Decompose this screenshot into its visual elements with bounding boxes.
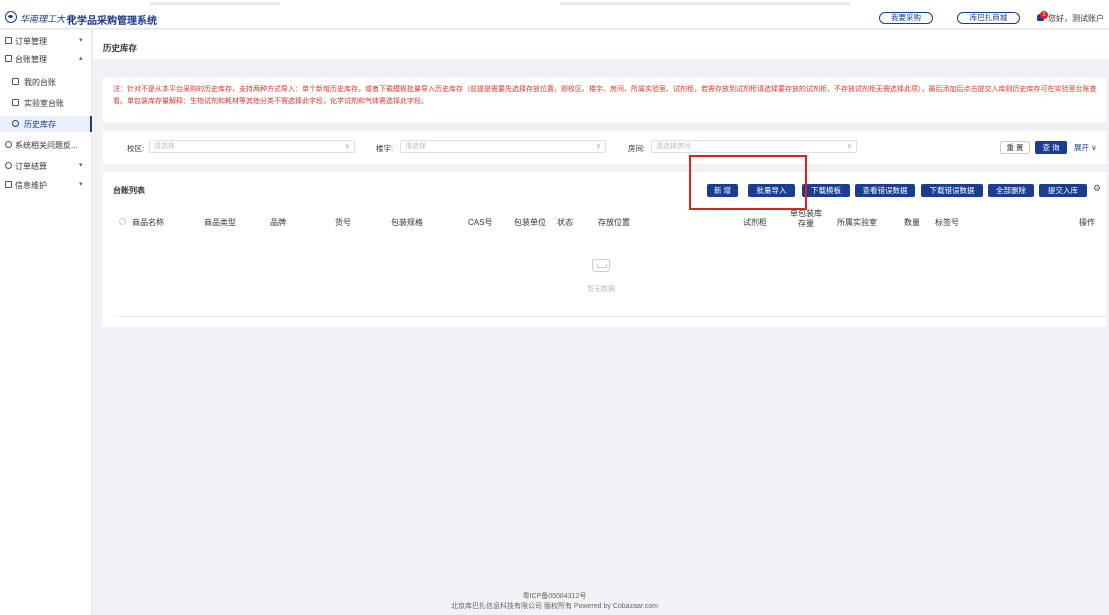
view-error-data-button[interactable]: 查看错误数据 [855, 184, 915, 197]
download-template-button[interactable]: 下载模板 [802, 184, 850, 197]
building-label: 楼宇: [376, 144, 394, 153]
building-select[interactable]: 请选择 ∨ [400, 140, 606, 153]
sidebar-item-settlement[interactable]: 订单结算 ▾ [0, 158, 92, 174]
top-strip-segment [560, 2, 850, 5]
building-placeholder: 请选择 [405, 143, 426, 150]
gear-icon[interactable]: ⚙ [1093, 183, 1101, 194]
sidebar-item-history-stock[interactable]: 历史库存 [0, 116, 92, 132]
column-header: 状态 [557, 218, 573, 227]
sidebar-item-label: 订单结算 [15, 162, 47, 171]
info-icon [5, 181, 12, 188]
lab-ledger-icon [12, 99, 19, 106]
order-icon [5, 37, 12, 44]
column-header: 单包装库存量 [790, 209, 822, 228]
campus-select[interactable]: 请选择 ∨ [149, 140, 355, 153]
chevron-down-icon: ∨ [344, 143, 350, 150]
expand-toggle[interactable]: 展开 ∨ [1074, 142, 1097, 153]
school-logo-icon [5, 11, 17, 23]
table-bottom-divider [113, 316, 1106, 317]
history-icon [12, 120, 19, 127]
column-header: 包装单位 [514, 218, 546, 227]
room-placeholder: 请选择房间 [656, 143, 691, 150]
notice-panel: 注：针对不是从本平台采购的历史库存，支持两种方式导入：单个新增历史库存，或者下载… [103, 78, 1106, 122]
page-title: 历史库存 [103, 43, 138, 53]
delete-all-button[interactable]: 全部删除 [988, 184, 1034, 197]
purchase-button[interactable]: 我要采购 [879, 12, 933, 24]
column-header: 标签号 [935, 218, 959, 227]
icp-record[interactable]: 粤ICP备05084312号 [0, 592, 1109, 602]
page-footer: 粤ICP备05084312号 北京库巴扎信息科技有限公司 版权所有 Powere… [0, 592, 1109, 612]
feedback-icon [5, 141, 12, 148]
user-greeting[interactable]: 您好，测试账户 [1048, 13, 1104, 24]
sidebar-item-label: 历史库存 [24, 120, 56, 129]
sidebar-item-label: 实验室台账 [24, 99, 64, 108]
chevron-down-icon: ∨ [595, 143, 601, 150]
column-header: 存放位置 [598, 218, 630, 227]
sidebar-item-feedback[interactable]: 系统相关问题反... [0, 137, 92, 153]
table-title: 台账列表 [113, 186, 145, 195]
reset-button[interactable]: 重 置 [1000, 141, 1030, 154]
select-all-checkbox[interactable] [119, 218, 126, 225]
table-header: 商品名称 商品类型 品牌 货号 包装规格 CAS号 包装单位 状态 存放位置 试… [113, 208, 1106, 234]
sidebar-item-lab-ledger[interactable]: 实验室台账 [0, 95, 92, 111]
chevron-down-icon: ▾ [79, 162, 83, 169]
room-select[interactable]: 请选择房间 ∨ [651, 140, 857, 153]
sidebar-item-label: 信息维护 [15, 181, 47, 190]
sidebar-item-label: 系统相关问题反... [15, 141, 78, 150]
sidebar-item-my-ledger[interactable]: 我的台账 [0, 74, 92, 90]
browser-top-strip [0, 0, 1109, 7]
breadcrumb: 历史库存 [93, 30, 1109, 59]
download-error-data-button[interactable]: 下载错误数据 [921, 184, 983, 197]
column-header: CAS号 [468, 218, 493, 227]
school-name: 华南理工大学 [20, 15, 75, 25]
top-strip-segment [150, 2, 280, 5]
sidebar-item-label: 台账管理 [15, 55, 47, 64]
column-header: 数量 [904, 218, 920, 227]
chevron-down-icon: ▾ [79, 37, 83, 44]
notice-text: 注：针对不是从本平台采购的历史库存，支持两种方式导入：单个新增历史库存，或者下载… [113, 86, 1097, 105]
sidebar-item-ledger[interactable]: 台账管理 ▴ [0, 51, 92, 67]
settlement-icon [5, 162, 12, 169]
column-header: 商品类型 [204, 218, 236, 227]
campus-placeholder: 请选择 [154, 143, 175, 150]
column-header: 品牌 [270, 218, 286, 227]
room-label: 房间: [628, 144, 646, 153]
chevron-down-icon: ▾ [79, 181, 83, 188]
column-header: 商品名称 [132, 218, 164, 227]
notification-badge: 2 [1040, 11, 1048, 19]
annotation-highlight-box [689, 155, 807, 210]
chevron-down-icon: ∨ [846, 143, 852, 150]
sidebar-item-info-maintenance[interactable]: 信息维护 ▾ [0, 177, 92, 193]
filter-panel: 校区: 请选择 ∨ 楼宇: 请选择 ∨ 房间: 请选择房间 ∨ 重 置 查 询 … [103, 131, 1106, 164]
copyright-text: 北京库巴扎信息科技有限公司 版权所有 Powered by Cobazaar.c… [451, 603, 658, 610]
sidebar-item-orders[interactable]: 订单管理 ▾ [0, 33, 92, 49]
notification-bell-icon[interactable]: 2 [1037, 11, 1048, 22]
sidebar: 订单管理 ▾ 台账管理 ▴ 我的台账 实验室台账 历史库存 系统相关问题反...… [0, 30, 92, 615]
cobazaar-mall-button[interactable]: 库巴扎商城 [957, 12, 1020, 24]
ledger-icon [5, 55, 12, 62]
empty-box-icon [592, 259, 610, 272]
system-title: 化学品采购管理系统 [67, 16, 157, 27]
sidebar-item-label: 我的台账 [24, 78, 56, 87]
top-header: 华南理工大学 化学品采购管理系统 我要采购 库巴扎商城 2 您好，测试账户 [0, 7, 1109, 29]
ledger-table-panel: 台账列表 新 增 批量导入 下载模板 查看错误数据 下载错误数据 全部删除 提交… [103, 172, 1106, 327]
empty-state-text: 暂无数据 [587, 286, 615, 293]
column-header: 试剂柜 [743, 218, 767, 227]
column-header: 操作 [1079, 218, 1095, 227]
my-ledger-icon [12, 78, 19, 85]
sidebar-item-label: 订单管理 [15, 37, 47, 46]
chevron-up-icon: ▴ [79, 55, 83, 62]
column-header: 所属实验室 [837, 218, 877, 227]
column-header: 货号 [335, 218, 351, 227]
submit-stock-button[interactable]: 提交入库 [1039, 184, 1087, 197]
column-header: 包装规格 [391, 218, 423, 227]
query-button[interactable]: 查 询 [1035, 141, 1067, 154]
campus-label: 校区: [127, 144, 145, 153]
